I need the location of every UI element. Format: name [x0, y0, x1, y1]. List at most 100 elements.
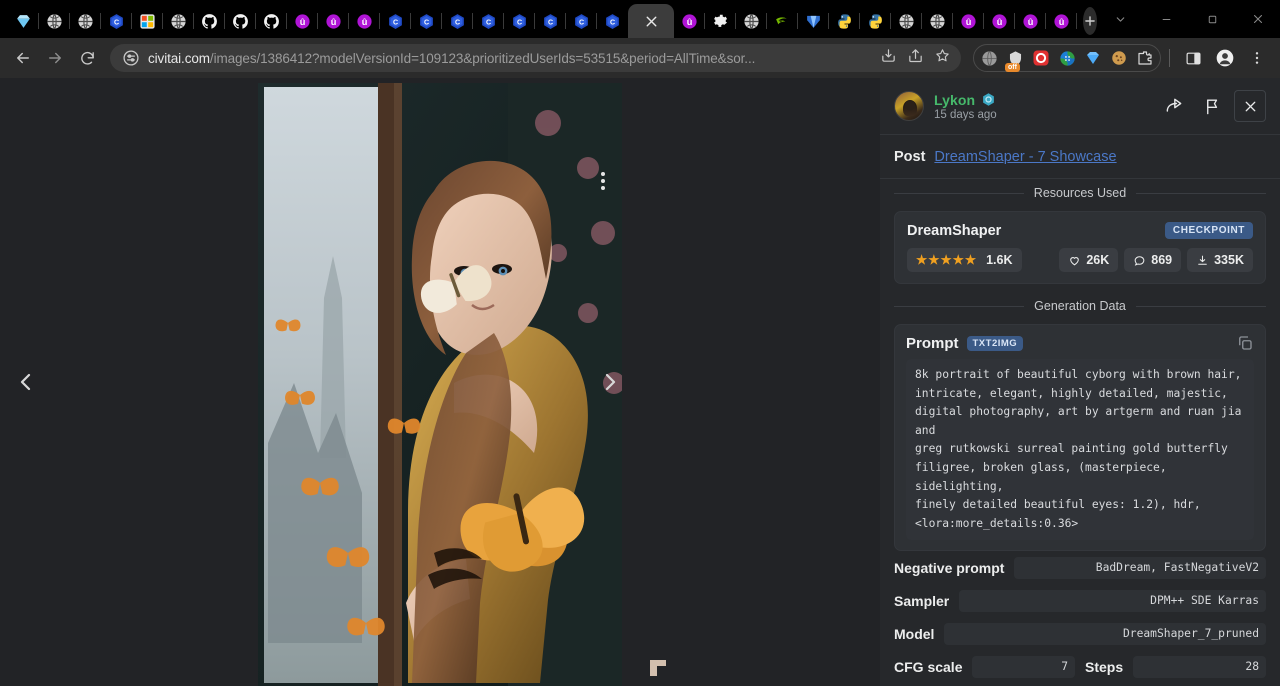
param-label: Model	[894, 626, 934, 642]
artwork-illustration	[258, 83, 622, 686]
likes-pill: 26K	[1059, 248, 1118, 272]
url-domain: civitai.com	[148, 51, 210, 66]
civitai-c-icon: C	[604, 13, 621, 30]
tab-11[interactable]: û	[349, 4, 380, 38]
new-tab-button[interactable]	[1083, 7, 1097, 35]
resource-type-badge: CHECKPOINT	[1165, 222, 1253, 239]
post-link[interactable]: DreamShaper - 7 Showcase	[934, 149, 1116, 165]
svg-text:C: C	[579, 18, 584, 26]
tab-29[interactable]	[922, 4, 953, 38]
resources-used-label: Resources Used	[1034, 186, 1126, 200]
globe-grey-icon	[77, 13, 94, 30]
prompt-text[interactable]: 8k portrait of beautiful cyborg with bro…	[906, 359, 1254, 540]
tab-6[interactable]	[194, 4, 225, 38]
tab-10[interactable]: û	[318, 4, 349, 38]
adblock-off-icon[interactable]: off	[1002, 45, 1028, 71]
svg-text:û: û	[331, 17, 337, 27]
tab-9[interactable]: û	[287, 4, 318, 38]
tab-28[interactable]	[891, 4, 922, 38]
tab-30[interactable]: û	[953, 4, 984, 38]
red-record-icon[interactable]	[1028, 45, 1054, 71]
previous-image-button[interactable]	[4, 360, 48, 404]
tab-4[interactable]	[132, 4, 163, 38]
window-close-button[interactable]	[1235, 0, 1280, 38]
comments-count: 869	[1151, 253, 1172, 267]
rating-pill: ★★★★★ 1.6K	[907, 248, 1022, 272]
tab-27[interactable]	[860, 4, 891, 38]
share-icon[interactable]	[1158, 90, 1190, 122]
image-options-menu-button[interactable]	[592, 166, 614, 196]
tab-0[interactable]	[8, 4, 39, 38]
tab-8[interactable]	[256, 4, 287, 38]
tab-search-button[interactable]	[1097, 0, 1143, 38]
forward-button[interactable]	[40, 43, 70, 73]
address-bar-text: civitai.com/images/1386412?modelVersionI…	[148, 51, 872, 66]
tab-12[interactable]: C	[380, 4, 411, 38]
tab-22[interactable]	[705, 4, 736, 38]
tab-18[interactable]: C	[566, 4, 597, 38]
tab-13[interactable]: C	[411, 4, 442, 38]
extensions-puzzle-icon[interactable]	[1132, 45, 1158, 71]
param-value[interactable]: DPM++ SDE Karras	[959, 590, 1266, 612]
artwork-image	[258, 83, 622, 686]
svg-text:C: C	[455, 18, 460, 26]
flag-icon[interactable]	[1196, 90, 1228, 122]
globe-extension-icon[interactable]	[976, 45, 1002, 71]
maximize-button[interactable]	[1189, 0, 1235, 38]
comments-pill: 869	[1124, 248, 1181, 272]
toolbar-divider	[1169, 49, 1170, 67]
minimize-button[interactable]	[1143, 0, 1189, 38]
param-value[interactable]: 28	[1133, 656, 1266, 678]
tab-25[interactable]	[798, 4, 829, 38]
tab-32[interactable]: û	[1015, 4, 1046, 38]
side-panel-icon[interactable]	[1178, 43, 1208, 73]
tab-7[interactable]	[225, 4, 256, 38]
bookmark-star-icon[interactable]	[934, 47, 951, 69]
param-value[interactable]: BadDream, FastNegativeV2	[1014, 557, 1266, 579]
tab-19[interactable]: C	[597, 4, 628, 38]
next-image-button[interactable]	[588, 360, 632, 404]
reload-button[interactable]	[72, 43, 102, 73]
colorful-globe-icon[interactable]	[1054, 45, 1080, 71]
tab-23[interactable]	[736, 4, 767, 38]
post-label: Post	[894, 149, 925, 165]
tab-24[interactable]	[767, 4, 798, 38]
tab-3[interactable]: C	[101, 4, 132, 38]
share-page-icon[interactable]	[907, 47, 924, 69]
tab-15[interactable]: C	[473, 4, 504, 38]
site-settings-icon[interactable]	[122, 49, 140, 67]
tab-21[interactable]: û	[674, 4, 705, 38]
comment-icon	[1133, 254, 1146, 267]
tab-26[interactable]	[829, 4, 860, 38]
param-label: CFG scale	[894, 659, 962, 675]
copy-prompt-icon[interactable]	[1236, 334, 1254, 352]
close-panel-button[interactable]	[1234, 90, 1266, 122]
cookie-icon[interactable]	[1106, 45, 1132, 71]
tab-active[interactable]	[628, 4, 674, 38]
param-value[interactable]: DreamShaper_7_pruned	[944, 623, 1266, 645]
back-button[interactable]	[8, 43, 38, 73]
avatar[interactable]	[894, 91, 924, 121]
param-label: Sampler	[894, 593, 949, 609]
resource-card[interactable]: DreamShaper CHECKPOINT ★★★★★ 1.6K 26K	[894, 211, 1266, 284]
tab-31[interactable]: û	[984, 4, 1015, 38]
tab-1[interactable]	[39, 4, 70, 38]
tab-14[interactable]: C	[442, 4, 473, 38]
likes-count: 26K	[1086, 253, 1109, 267]
tab-5[interactable]	[163, 4, 194, 38]
python-icon	[867, 13, 884, 30]
username[interactable]: Lykon	[934, 92, 975, 108]
civitai-c-icon: C	[542, 13, 559, 30]
three-dot-menu-icon[interactable]	[1242, 43, 1272, 73]
profile-avatar-icon[interactable]	[1210, 43, 1240, 73]
gear-icon	[712, 13, 729, 30]
blue-diamond-icon[interactable]	[1080, 45, 1106, 71]
address-bar[interactable]: civitai.com/images/1386412?modelVersionI…	[110, 44, 961, 72]
install-icon[interactable]	[880, 47, 897, 69]
tab-2[interactable]	[70, 4, 101, 38]
downloads-pill: 335K	[1187, 248, 1253, 272]
tab-33[interactable]: û	[1046, 4, 1077, 38]
param-value[interactable]: 7	[972, 656, 1075, 678]
tab-16[interactable]: C	[504, 4, 535, 38]
tab-17[interactable]: C	[535, 4, 566, 38]
